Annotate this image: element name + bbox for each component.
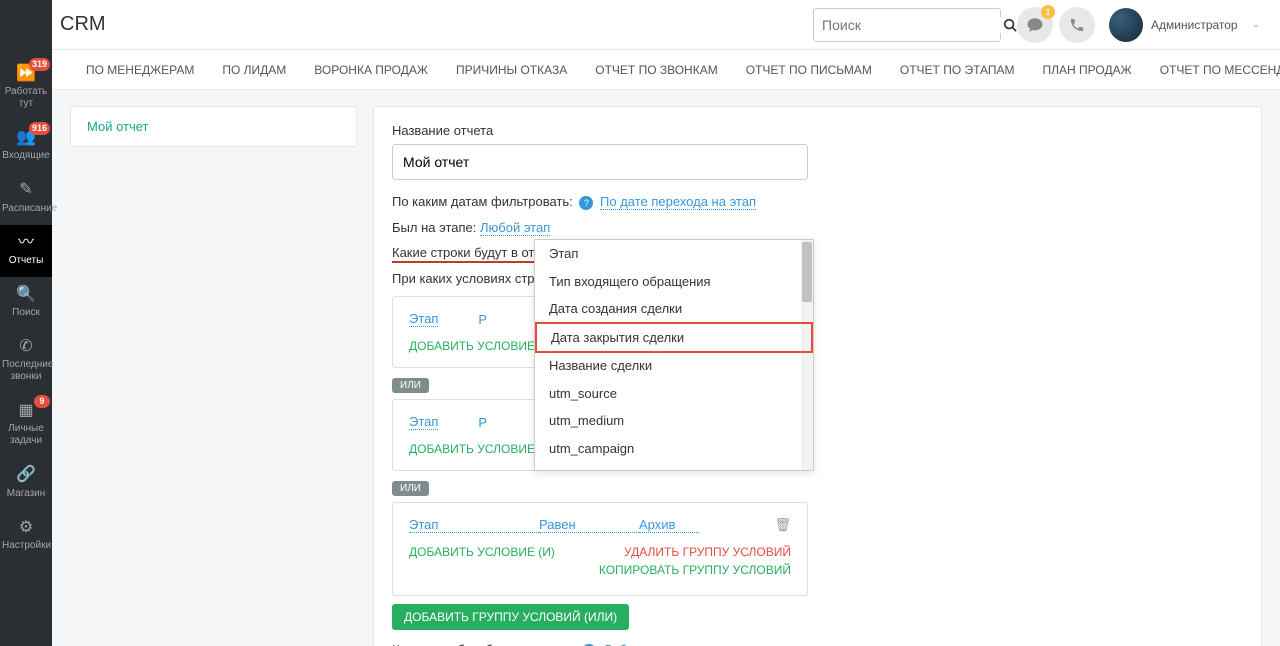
magnifier-icon: 🔍	[2, 285, 50, 304]
dropdown-option[interactable]: utm_content	[535, 462, 813, 471]
condition-group-3: 🗑 Этап Равен Архив ДОБАВИТЬ УСЛОВИЕ (И) …	[392, 502, 808, 596]
sidebar-item-search[interactable]: 🔍Поиск	[0, 277, 52, 329]
tab-calls[interactable]: ОТЧЕТ ПО ЗВОНКАМ	[581, 50, 731, 90]
sidebar-item-store[interactable]: 🔗Магазин	[0, 457, 52, 509]
rows-config-row: Какие строки будут в отчете: ? Добавить	[392, 245, 1243, 261]
handset-icon	[1069, 17, 1085, 33]
sidebar-item-reports[interactable]: 〰Отчеты	[0, 225, 52, 277]
tab-leads[interactable]: ПО ЛИДАМ	[208, 50, 300, 90]
or-separator: или	[392, 481, 429, 496]
chat-icon	[1026, 16, 1044, 34]
tab-refusal[interactable]: ПРИЧИНЫ ОТКАЗА	[442, 50, 581, 90]
scrollbar-thumb[interactable]	[802, 242, 812, 302]
app-header: CRM 1 Администратор ⌄	[0, 0, 1280, 50]
cond-field-link[interactable]: Этап	[409, 414, 438, 430]
user-menu[interactable]: Администратор ⌄	[1109, 8, 1260, 42]
messages-button[interactable]: 1	[1017, 7, 1053, 43]
gear-icon: ⚙	[2, 518, 50, 537]
cols-config-row: Какие столбцы будут в отчете: ? Добавить	[392, 642, 1243, 646]
search-input[interactable]	[822, 17, 1003, 33]
add-col-link[interactable]: Добавить	[603, 642, 660, 646]
tab-messengers[interactable]: ОТЧЕТ ПО МЕССЕНДЖЕРАМ	[1146, 50, 1280, 90]
stage-filter-row: Был на этапе: Любой этап	[392, 220, 1243, 235]
report-title-input[interactable]	[392, 144, 808, 180]
sidebar-item-settings[interactable]: ⚙Настройки	[0, 510, 52, 562]
global-search[interactable]	[813, 8, 1001, 42]
cond-field-link[interactable]: Этап	[409, 311, 438, 327]
link-icon: 🔗	[2, 465, 50, 484]
scrollbar[interactable]	[801, 240, 813, 470]
sidebar-item-schedule[interactable]: ✎Расписание	[0, 172, 52, 224]
call-button[interactable]	[1059, 7, 1095, 43]
report-list-item[interactable]: Мой отчет	[71, 107, 356, 146]
sidebar-item-tasks[interactable]: 9▦Личные задачи	[0, 393, 52, 457]
tab-plan[interactable]: ПЛАН ПРОДАЖ	[1029, 50, 1146, 90]
date-filter-link[interactable]: По дате перехода на этап	[600, 194, 756, 210]
left-sidebar: 319⏩Работать тут 916👥Входящие ✎Расписани…	[0, 0, 52, 646]
sidebar-item-work[interactable]: 319⏩Работать тут	[0, 56, 52, 120]
delete-group-link[interactable]: УДАЛИТЬ ГРУППУ УСЛОВИЙ	[599, 545, 791, 559]
app-logo: CRM	[60, 13, 106, 36]
delete-icon[interactable]: 🗑	[774, 517, 791, 533]
dropdown-option[interactable]: Дата закрытия сделки	[535, 322, 813, 354]
edit-icon: ✎	[2, 180, 50, 199]
reports-list-panel: Мой отчет	[70, 106, 357, 147]
cond-header: При каких условиях строки попа	[392, 271, 1243, 286]
dropdown-option[interactable]: utm_source	[535, 380, 813, 408]
report-editor: Название отчета По каким датам фильтрова…	[373, 106, 1262, 646]
search-icon[interactable]	[1003, 18, 1017, 32]
cond-op-link[interactable]: Равен	[539, 517, 639, 533]
copy-group-link[interactable]: КОПИРОВАТЬ ГРУППУ УСЛОВИЙ	[599, 563, 791, 577]
chart-icon: 〰	[2, 233, 50, 252]
tab-managers[interactable]: ПО МЕНЕДЖЕРАМ	[72, 50, 208, 90]
cond-field-link[interactable]: Этап	[409, 517, 539, 533]
help-icon[interactable]: ?	[579, 196, 593, 210]
stage-filter-link[interactable]: Любой этап	[480, 220, 550, 236]
report-title-label: Название отчета	[392, 123, 1243, 138]
date-filter-row: По каким датам фильтровать: ? По дате пе…	[392, 194, 1243, 210]
cond-op-partial[interactable]: Р	[478, 415, 488, 430]
avatar	[1109, 8, 1143, 42]
report-tabs: ПО МЕНЕДЖЕРАМ ПО ЛИДАМ ВОРОНКА ПРОДАЖ ПР…	[0, 50, 1280, 90]
content-area: Мой отчет Название отчета По каким датам…	[52, 90, 1280, 646]
dropdown-option[interactable]: Название сделки	[535, 352, 813, 380]
phone-icon: ✆	[2, 337, 50, 356]
dropdown-option[interactable]: Тип входящего обращения	[535, 268, 813, 296]
tab-stages[interactable]: ОТЧЕТ ПО ЭТАПАМ	[886, 50, 1029, 90]
add-and-condition[interactable]: ДОБАВИТЬ УСЛОВИЕ (И)	[409, 545, 555, 559]
dropdown-option[interactable]: Дата создания сделки	[535, 295, 813, 323]
cond-value-link[interactable]: Архив	[639, 517, 699, 533]
dropdown-option[interactable]: utm_campaign	[535, 435, 813, 463]
sidebar-item-calls[interactable]: ✆Последние звонки	[0, 329, 52, 393]
cond-op-partial[interactable]: Р	[478, 312, 488, 327]
tab-emails[interactable]: ОТЧЕТ ПО ПИСЬМАМ	[732, 50, 886, 90]
dropdown-option[interactable]: utm_medium	[535, 407, 813, 435]
or-separator: или	[392, 378, 429, 393]
add-or-group-button[interactable]: ДОБАВИТЬ ГРУППУ УСЛОВИЙ (ИЛИ)	[392, 604, 629, 630]
field-dropdown[interactable]: ЭтапТип входящего обращенияДата создания…	[534, 239, 814, 471]
user-name-label: Администратор	[1151, 18, 1238, 32]
sidebar-item-inbox[interactable]: 916👥Входящие	[0, 120, 52, 172]
dropdown-option[interactable]: Этап	[535, 240, 813, 268]
chevron-down-icon: ⌄	[1252, 19, 1260, 30]
tab-funnel[interactable]: ВОРОНКА ПРОДАЖ	[300, 50, 442, 90]
